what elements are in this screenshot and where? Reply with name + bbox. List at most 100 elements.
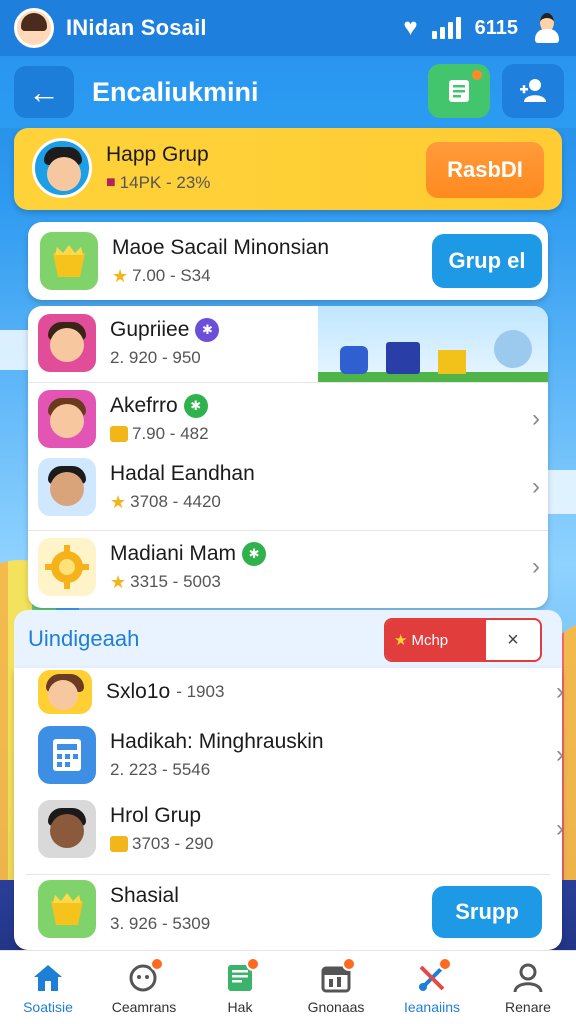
- list-item[interactable]: Hrol Grup 3703 - 290 ›: [38, 800, 562, 858]
- notification-dot: [342, 956, 356, 971]
- settings-badge-icon: ✱: [195, 318, 220, 342]
- chevron-right-icon: ›: [532, 473, 540, 500]
- nav-item-chat[interactable]: Ceamrans: [96, 951, 192, 1024]
- list-item-meta: 3. 926 - 5309: [110, 914, 211, 933]
- coin-icon: [110, 836, 128, 852]
- join-group-button[interactable]: Srupp: [432, 886, 542, 938]
- divider: [28, 382, 548, 383]
- nav-item-home[interactable]: Soatisie: [0, 951, 96, 1024]
- notes-icon: [449, 80, 469, 102]
- group-avatar: [38, 800, 96, 858]
- list-item-meta: 3708 - 4420: [130, 492, 221, 511]
- chat-icon: [126, 956, 164, 995]
- status-icons: ♥ 6115: [403, 11, 562, 45]
- notification-dot: [246, 956, 260, 971]
- app-title: INidan Sosail: [66, 15, 207, 40]
- treasure-icon: [40, 232, 98, 290]
- list-item-meta: 7.90 - 482: [132, 424, 209, 443]
- add-friend-button[interactable]: [502, 64, 564, 118]
- group-avatar: [32, 138, 92, 198]
- list-item-meta: - 1903: [176, 682, 225, 701]
- back-button[interactable]: ←: [14, 66, 74, 118]
- list-item-name: Hrol Grup: [110, 804, 202, 827]
- user-avatar[interactable]: [14, 8, 54, 48]
- divider: [26, 874, 550, 875]
- list-item[interactable]: Hadal Eandhan ★ 3708 - 4420 ›: [38, 458, 548, 516]
- list-item-name: Shasial: [110, 884, 179, 907]
- section-header: Uindigeaah ★ Mchp ×: [14, 610, 562, 668]
- nav-label: Hak: [227, 998, 253, 1015]
- list-item[interactable]: Shasial 3. 926 - 5309 Srupp: [38, 880, 562, 938]
- list-item-name: Madiani Mam: [110, 541, 237, 565]
- tools-icon: [414, 956, 452, 995]
- close-icon[interactable]: ×: [486, 620, 540, 660]
- notification-dot: [150, 956, 164, 971]
- person-icon: [532, 11, 562, 45]
- nav-label: Soatisie: [23, 998, 73, 1015]
- group-avatar: [38, 458, 96, 516]
- nav-item-tablet[interactable]: Hak: [192, 951, 288, 1024]
- list-item[interactable]: Akefrro ✱ 7.90 - 482 ›: [38, 390, 548, 448]
- verified-badge-icon: ✱: [183, 394, 208, 418]
- featured-group-meta: 14PK - 23%: [119, 173, 211, 192]
- featured-group-name: Happ Grup: [106, 143, 209, 166]
- calculator-icon: [38, 726, 96, 784]
- heart-icon: ♥: [403, 14, 418, 41]
- landscape-illustration: [318, 306, 548, 382]
- featured-group-card[interactable]: Happ Grup ■ 14PK - 23% RasbDI: [14, 128, 562, 210]
- notification-dot: [438, 956, 452, 971]
- group-list: Gupriiee ✱ 2. 920 - 950 Akefrro ✱ 7.90 -…: [28, 306, 548, 608]
- list-item-meta: 2. 920 - 950: [110, 348, 201, 367]
- star-icon: ★: [110, 571, 127, 592]
- chevron-right-icon: ›: [532, 405, 540, 432]
- list-item-meta: 2. 223 - 5546: [110, 760, 211, 779]
- group-list-2: Sxlo1o - 1903 › Hadikah: Minghrauskin 2.…: [14, 668, 562, 950]
- filter-pill[interactable]: ★ Mchp ×: [384, 618, 542, 662]
- list-item[interactable]: Gupriiee ✱ 2. 920 - 950: [38, 314, 220, 372]
- arrow-left-icon: ←: [28, 73, 60, 110]
- nav-item-calendar[interactable]: Gnonaas: [288, 951, 384, 1024]
- list-item[interactable]: Madiani Mam ✱ ★ 3315 - 5003 ›: [38, 538, 548, 596]
- star-icon: ★: [394, 632, 408, 649]
- app-header: ← Encaliukmini: [0, 56, 576, 128]
- star-icon: ★: [112, 265, 129, 286]
- nav-item-profile[interactable]: Renare: [480, 951, 576, 1024]
- group-avatar: [38, 390, 96, 448]
- divider: [28, 530, 548, 531]
- join-group-button[interactable]: Grup el: [432, 234, 542, 288]
- list-item-meta: 3315 - 5003: [130, 572, 221, 591]
- chevron-right-icon: ›: [556, 678, 562, 706]
- section-title: Uindigeaah: [28, 626, 140, 651]
- calendar-icon: [318, 956, 356, 995]
- group-name: Maoe Sacail Minonsian: [112, 235, 330, 259]
- chevron-right-icon: ›: [556, 741, 562, 769]
- list-item[interactable]: Sxlo1o - 1903 ›: [38, 670, 562, 714]
- featured-action-button[interactable]: RasbDI: [426, 142, 544, 198]
- profile-icon: [510, 961, 546, 995]
- list-item-meta: 3703 - 290: [132, 834, 214, 853]
- notes-button[interactable]: [428, 64, 490, 118]
- nav-label: Ceamrans: [111, 998, 177, 1015]
- page-title: Encaliukmini: [92, 76, 259, 107]
- add-user-icon: [520, 79, 546, 102]
- group-avatar: [38, 670, 92, 714]
- list-item[interactable]: Hadikah: Minghrauskin 2. 223 - 5546 ›: [38, 726, 562, 784]
- nav-item-tools[interactable]: Ieanaiins: [384, 951, 480, 1024]
- nav-label: Ieanaiins: [403, 998, 461, 1015]
- list-item-name: Akefrro: [110, 394, 178, 417]
- group-meta: 7.00 - S34: [132, 266, 211, 285]
- star-icon: ★: [110, 491, 127, 512]
- briefcase-icon: ■: [106, 174, 116, 191]
- chevron-right-icon: ›: [556, 815, 562, 843]
- group-avatar: [38, 314, 96, 372]
- chevron-right-icon: ›: [532, 553, 540, 580]
- list-item-name: Hadikah: Minghrauskin: [110, 730, 324, 753]
- group-card[interactable]: Maoe Sacail Minonsian ★ 7.00 - S34 Grup …: [28, 222, 548, 300]
- list-item-name: Sxlo1o: [106, 680, 171, 703]
- status-bar: INidan Sosail ♥ 6115: [0, 0, 576, 56]
- verified-badge-icon: ✱: [242, 541, 267, 566]
- bottom-navigation: Soatisie Ceamrans Hak Gnonaas Ieanaiins: [0, 950, 576, 1024]
- nav-label: Gnonaas: [307, 998, 365, 1015]
- signal-icon: [431, 17, 461, 39]
- nav-label: Renare: [505, 998, 551, 1015]
